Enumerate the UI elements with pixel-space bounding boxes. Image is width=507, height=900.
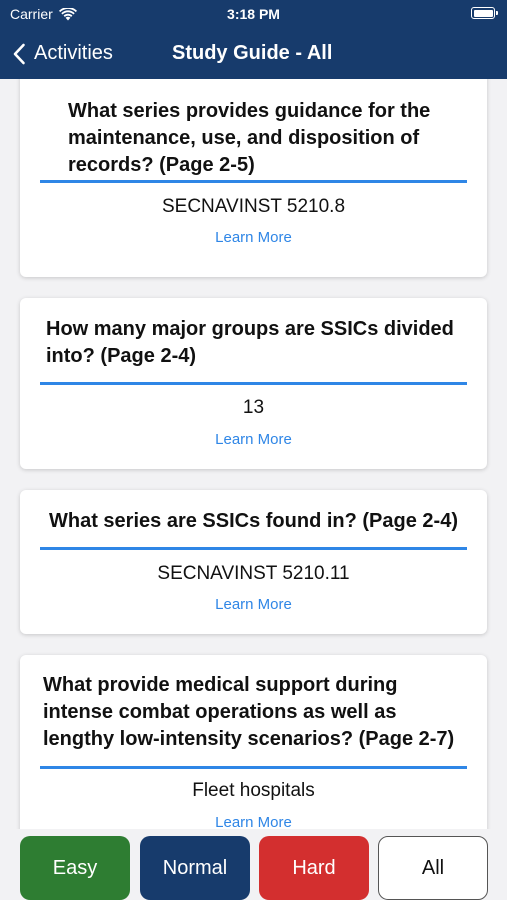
hard-filter-button[interactable]: Hard xyxy=(259,836,369,900)
learn-more-link[interactable]: Learn More xyxy=(20,596,487,613)
card-divider xyxy=(40,766,467,769)
learn-more-link[interactable]: Learn More xyxy=(20,431,487,448)
page-title: Study Guide - All xyxy=(172,42,333,64)
card-question: What series are SSICs found in? (Page 2-… xyxy=(49,510,458,532)
card-divider xyxy=(40,180,467,183)
card-question: What series provides guidance for the ma… xyxy=(68,100,431,176)
learn-more-link[interactable]: Learn More xyxy=(20,814,487,829)
card-answer: SECNAVINST 5210.8 xyxy=(161,196,346,217)
top-bar: Carrier 3:18 PM Activities Study Guide -… xyxy=(0,0,507,79)
card-answer: SECNAVINST 5210.11 xyxy=(157,563,350,584)
study-card: What series provides guidance for the ma… xyxy=(20,79,487,277)
card-answer: Fleet hospitals xyxy=(192,780,315,801)
study-card-list[interactable]: What series provides guidance for the ma… xyxy=(0,79,507,829)
study-card: How many major groups are SSICs divided … xyxy=(20,298,487,469)
card-divider xyxy=(40,547,467,550)
study-card: What series are SSICs found in? (Page 2-… xyxy=(20,490,487,634)
card-answer: 13 xyxy=(242,397,265,418)
card-divider xyxy=(40,382,467,385)
status-bar: Carrier 3:18 PM xyxy=(0,0,507,28)
difficulty-filter-bar: Easy Normal Hard All xyxy=(0,829,507,900)
back-label: Activities xyxy=(34,42,113,64)
learn-more-link[interactable]: Learn More xyxy=(20,229,487,246)
clock: 3:18 PM xyxy=(227,6,280,22)
study-card: What provide medical support during inte… xyxy=(20,655,487,829)
navigation-bar: Activities Study Guide - All xyxy=(0,28,507,79)
easy-filter-button[interactable]: Easy xyxy=(20,836,130,900)
all-filter-button[interactable]: All xyxy=(378,836,488,900)
back-button[interactable]: Activities xyxy=(12,28,113,79)
battery-icon xyxy=(471,7,498,19)
card-question: What provide medical support during inte… xyxy=(43,674,455,750)
chevron-left-icon xyxy=(13,43,25,64)
card-question: How many major groups are SSICs divided … xyxy=(46,318,454,367)
normal-filter-button[interactable]: Normal xyxy=(140,836,250,900)
